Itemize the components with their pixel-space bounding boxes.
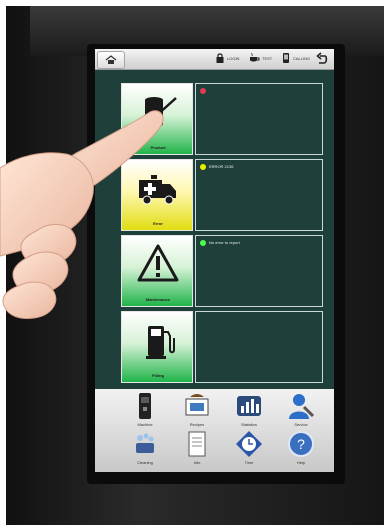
filling-status-panel [195,311,323,383]
status-row-maintenance: Maintenance No error to report [121,235,325,307]
warning-triangle-icon [137,244,179,282]
dock-label-statistics: Statistics [240,422,257,427]
status-row-error: Error ERROR 2136 [121,159,325,231]
error-status-dot [200,164,206,170]
product-tile[interactable]: Product [121,83,193,155]
dock-label-machine: Machine [137,422,153,427]
product-canister-icon [145,97,177,127]
notes-icon [188,431,206,457]
ambulance-icon [139,175,176,205]
filling-tile-label: Filling [152,373,164,378]
product-status-panel [195,83,323,155]
product-status-dot [200,88,206,94]
home-icon [105,55,117,64]
dock-label-time: Time [244,460,254,465]
svg-text:?: ? [297,436,305,452]
dock-item-info[interactable]: Info [177,429,217,469]
dock-item-service[interactable]: Service [281,391,321,431]
error-status-message: ERROR 2136 [209,164,234,169]
dock-item-recipes[interactable]: Recipes [177,391,217,431]
dock-item-time[interactable]: Time [229,429,269,469]
dock-item-machine[interactable]: Machine [125,391,165,431]
machine-icon [139,393,151,419]
top-bar: LOGIN TEST CALLING [95,49,334,70]
status-row-filling: Filling [121,311,325,383]
topbar-label-test: TEST [262,55,273,61]
cup-icon [250,52,260,62]
error-tile[interactable]: Error [121,159,193,231]
bottom-dock: Machine Recipes Statistics Service Clean… [95,389,334,472]
topbar-item-login[interactable]: LOGIN [215,52,239,64]
status-row-product: Product [121,83,325,155]
topbar-label-calling: CALLING [293,55,311,61]
statistics-icon [237,396,261,416]
topbar-item-test[interactable]: TEST [248,52,272,64]
product-tile-label: Product [150,145,166,150]
maintenance-status-message: No error to report [209,240,240,245]
filling-tile[interactable]: Filling [121,311,193,383]
help-icon: ? [288,431,314,457]
maintenance-tile[interactable]: Maintenance [121,235,193,307]
error-status-panel: ERROR 2136 [195,159,323,231]
home-button[interactable] [97,51,125,69]
dock-item-statistics[interactable]: Statistics [229,391,269,431]
dock-label-recipes: Recipes [189,422,205,427]
error-tile-label: Error [153,221,163,226]
fuel-pump-icon [146,326,175,359]
maintenance-status-dot [200,240,206,246]
dock-label-help: Help [296,460,306,465]
dock-label-info: Info [193,460,201,465]
service-icon [289,394,315,419]
maintenance-tile-label: Maintenance [145,297,171,302]
back-arrow-icon [316,52,328,64]
maintenance-status-panel: No error to report [195,235,323,307]
recipes-icon [185,394,209,416]
cleaning-icon [136,433,154,453]
dock-item-help[interactable]: ? Help [281,429,321,469]
topbar-item-calling[interactable]: CALLING [281,52,310,64]
topbar-label-login: LOGIN [227,55,240,61]
back-button[interactable] [314,51,330,67]
time-icon [236,431,262,457]
dock-label-service: Service [294,422,308,427]
lock-icon [216,53,224,63]
dock-item-cleaning[interactable]: Cleaning [125,429,165,469]
dock-label-cleaning: Cleaning [137,460,153,465]
phone-icon [283,53,289,63]
touch-screen: LOGIN TEST CALLING Product Error ERROR 2… [95,49,334,472]
